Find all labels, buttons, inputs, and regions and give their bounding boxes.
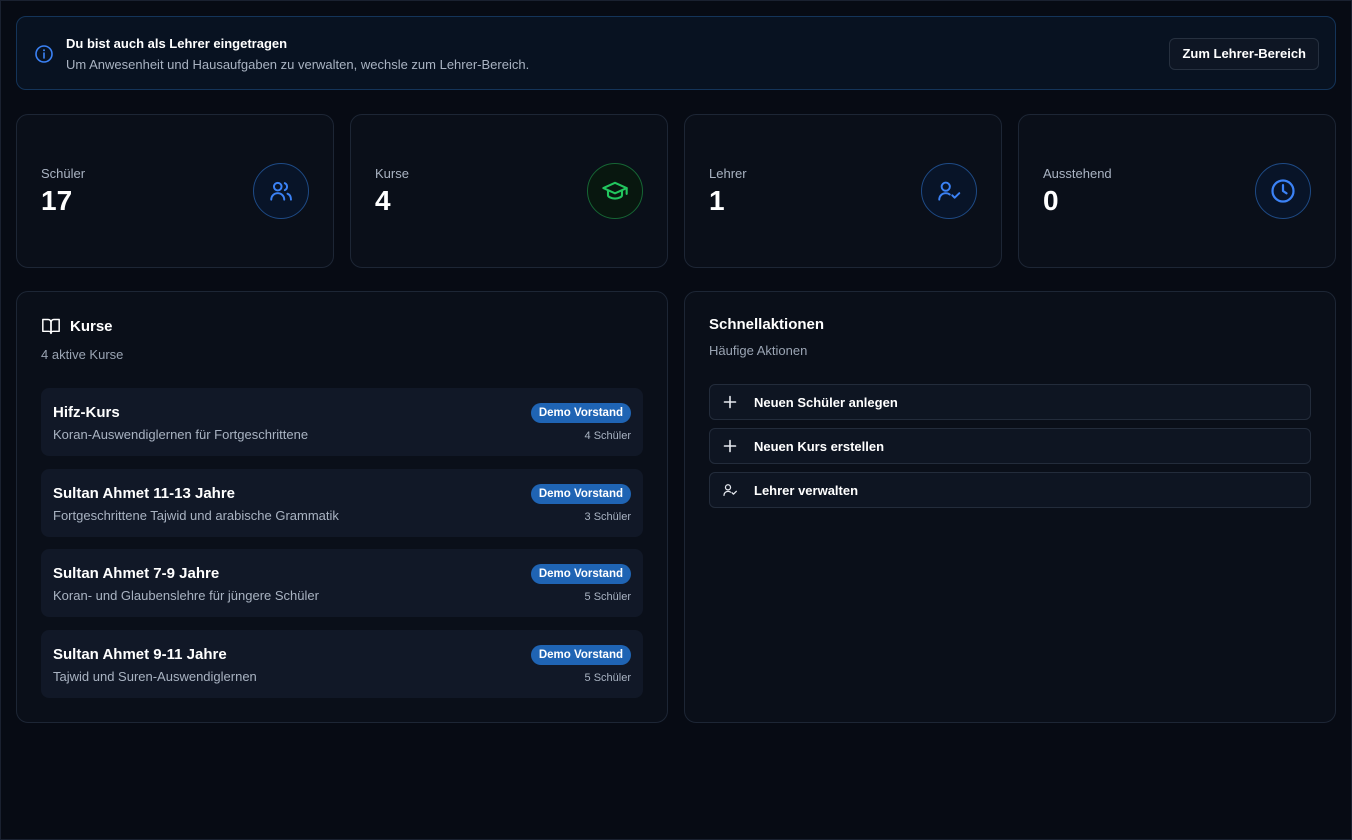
stat-card-teachers: Lehrer 1 (684, 114, 1002, 268)
course-item-sultan-ahmet-9-11[interactable]: Sultan Ahmet 9-11 Jahre Tajwid und Suren… (41, 630, 643, 698)
course-badge: Demo Vorstand (530, 564, 631, 584)
user-check-icon (921, 163, 977, 219)
course-badge: Demo Vorstand (530, 403, 631, 423)
stat-card-students: Schüler 17 (16, 114, 334, 268)
graduation-cap-icon (587, 163, 643, 219)
book-open-icon (42, 318, 60, 335)
stat-label: Ausstehend (1043, 166, 1112, 181)
courses-panel: Kurse 4 aktive Kurse Hifz-Kurs Koran-Aus… (16, 291, 668, 723)
info-icon (35, 45, 53, 63)
stat-value: 4 (375, 185, 391, 216)
course-student-count: 3 Schüler (584, 511, 631, 523)
action-label: Lehrer verwalten (754, 483, 859, 498)
course-item-hifz[interactable]: Hifz-Kurs Koran-Auswendiglernen für Fort… (41, 388, 643, 456)
teacher-info-banner: Du bist auch als Lehrer eingetragen Um A… (16, 16, 1336, 90)
course-item-sultan-ahmet-7-9[interactable]: Sultan Ahmet 7-9 Jahre Koran- und Glaube… (41, 549, 643, 617)
course-badge: Demo Vorstand (530, 645, 631, 665)
stat-label: Kurse (375, 166, 409, 181)
action-label: Neuen Kurs erstellen (754, 439, 885, 454)
teacher-area-button[interactable]: Zum Lehrer-Bereich (1169, 38, 1319, 70)
banner-title: Du bist auch als Lehrer eingetragen (66, 36, 288, 51)
stat-card-courses: Kurse 4 (350, 114, 668, 268)
stat-value: 0 (1043, 185, 1059, 216)
course-item-sultan-ahmet-11-13[interactable]: Sultan Ahmet 11-13 Jahre Fortgeschritten… (41, 469, 643, 537)
course-name: Sultan Ahmet 9-11 Jahre (53, 646, 227, 663)
course-description: Tajwid und Suren-Auswendiglernen (53, 669, 257, 684)
quick-actions-subtitle: Häufige Aktionen (709, 343, 808, 358)
stat-label: Lehrer (709, 166, 747, 181)
add-course-button[interactable]: Neuen Kurs erstellen (709, 428, 1311, 464)
course-name: Sultan Ahmet 7-9 Jahre (53, 565, 220, 582)
course-description: Koran- und Glaubenslehre für jüngere Sch… (53, 588, 319, 603)
course-name: Hifz-Kurs (53, 404, 120, 421)
plus-icon (723, 439, 737, 453)
course-badge: Demo Vorstand (530, 484, 631, 504)
clock-icon (1255, 163, 1311, 219)
stat-card-pending: Ausstehend 0 (1018, 114, 1336, 268)
quick-actions-title: Schnellaktionen (709, 316, 825, 333)
course-student-count: 4 Schüler (584, 430, 631, 442)
user-check-icon (723, 484, 737, 496)
plus-icon (723, 395, 737, 409)
stat-value: 1 (709, 185, 725, 216)
users-icon (253, 163, 309, 219)
course-description: Koran-Auswendiglernen für Fortgeschritte… (53, 427, 309, 442)
stat-label: Schüler (41, 166, 86, 181)
courses-panel-subtitle: 4 aktive Kurse (41, 347, 124, 362)
action-label: Neuen Schüler anlegen (754, 395, 898, 410)
manage-teachers-button[interactable]: Lehrer verwalten (709, 472, 1311, 508)
quick-actions-panel: Schnellaktionen Häufige Aktionen Neuen S… (684, 291, 1336, 723)
course-student-count: 5 Schüler (584, 591, 631, 603)
add-student-button[interactable]: Neuen Schüler anlegen (709, 384, 1311, 420)
course-student-count: 5 Schüler (584, 672, 631, 684)
course-name: Sultan Ahmet 11-13 Jahre (53, 485, 236, 502)
course-description: Fortgeschrittene Tajwid und arabische Gr… (53, 508, 339, 523)
banner-text: Um Anwesenheit und Hausaufgaben zu verwa… (66, 57, 530, 72)
courses-panel-title: Kurse (70, 318, 113, 335)
stat-value: 17 (41, 185, 73, 216)
